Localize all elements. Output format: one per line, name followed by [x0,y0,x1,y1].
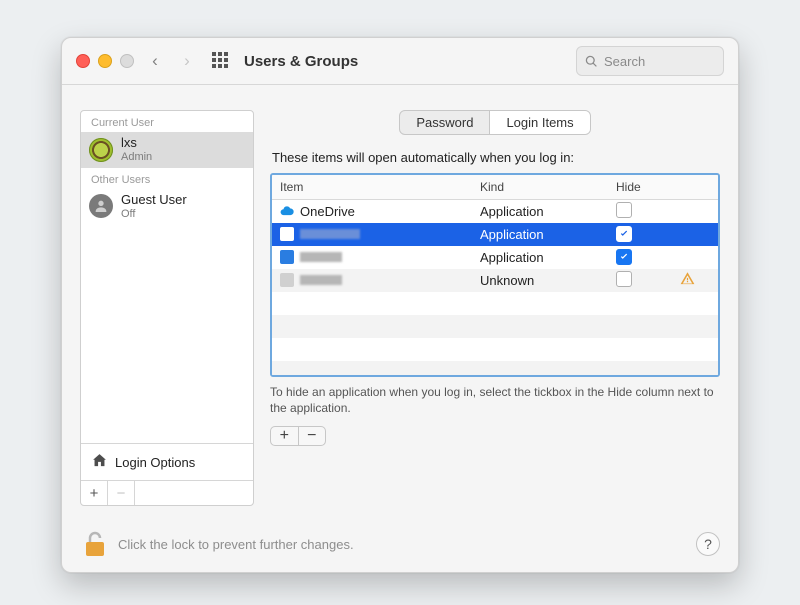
help-button[interactable]: ? [696,532,720,556]
item-kind: Application [472,204,608,219]
remove-login-item-button[interactable]: − [298,427,326,445]
window-title: Users & Groups [244,53,358,70]
user-status: Off [121,208,187,221]
item-name: OneDrive [300,204,355,219]
current-user-label: Current User [81,111,253,132]
prefs-window: ‹ › Users & Groups Search Current User l… [61,37,739,573]
hide-checkbox[interactable] [616,271,632,287]
app-icon [280,250,294,264]
sidebar-footer: + − [81,480,253,505]
hide-hint: To hide an application when you log in, … [270,385,720,416]
close-icon[interactable] [76,54,90,68]
table-row-empty [272,361,718,377]
col-hide-header[interactable]: Hide [608,175,672,199]
hide-checkbox[interactable] [616,202,632,218]
item-name-blurred [300,275,342,285]
table-row[interactable]: OneDrive Application [272,200,718,223]
item-kind: Application [472,227,608,242]
table-row[interactable]: Application [272,246,718,269]
footer: Click the lock to prevent further change… [80,530,720,558]
warning-icon [680,274,695,289]
user-role: Admin [121,151,152,164]
search-placeholder: Search [604,54,645,69]
search-input[interactable]: Search [576,46,724,76]
avatar-icon [89,194,113,218]
col-kind-header[interactable]: Kind [472,175,608,199]
user-name: lxs [121,136,152,151]
add-login-item-button[interactable]: + [271,427,298,445]
table-row[interactable]: Unknown [272,269,718,292]
app-icon [280,273,294,287]
user-list: Current User lxs Admin Other Users Guest… [81,111,253,443]
hide-checkbox[interactable] [616,249,632,265]
login-options-button[interactable]: Login Options [81,443,253,480]
search-icon [585,55,598,68]
avatar-icon [89,138,113,162]
minimize-icon[interactable] [98,54,112,68]
home-icon [91,452,108,472]
lock-text: Click the lock to prevent further change… [118,537,354,552]
table-row-empty [272,338,718,361]
traffic-lights [76,54,134,68]
user-name: Guest User [121,193,187,208]
main-panel: Password Login Items These items will op… [270,110,720,506]
table-row-empty [272,315,718,338]
zoom-icon [120,54,134,68]
item-name-blurred [300,229,360,239]
sidebar-user-guest[interactable]: Guest User Off [81,189,253,225]
login-items-add-remove: + − [270,426,326,446]
app-icon [280,227,294,241]
tabbar: Password Login Items [270,110,720,135]
item-name-blurred [300,252,342,262]
table-row[interactable]: Application [272,223,718,246]
tab-password[interactable]: Password [400,111,490,134]
remove-user-button: − [108,481,135,505]
login-items-table: Item Kind Hide OneDrive Application [270,173,720,377]
item-kind: Application [472,250,608,265]
tab-login-items[interactable]: Login Items [490,111,589,134]
content: Current User lxs Admin Other Users Guest… [80,110,720,506]
forward-button: › [176,50,198,72]
lock-icon[interactable] [80,530,108,558]
login-items-desc: These items will open automatically when… [272,150,718,165]
login-options-label: Login Options [115,455,195,470]
users-sidebar: Current User lxs Admin Other Users Guest… [80,110,254,506]
hide-checkbox[interactable] [616,226,632,242]
sidebar-user-lxs[interactable]: lxs Admin [81,132,253,168]
titlebar: ‹ › Users & Groups Search [62,38,738,85]
col-item-header[interactable]: Item [272,175,472,199]
all-prefs-icon[interactable] [212,52,230,70]
cloud-icon [280,204,294,218]
back-button[interactable]: ‹ [144,50,166,72]
other-users-label: Other Users [81,168,253,189]
add-user-button[interactable]: + [81,481,108,505]
table-row-empty [272,292,718,315]
item-kind: Unknown [472,273,608,288]
